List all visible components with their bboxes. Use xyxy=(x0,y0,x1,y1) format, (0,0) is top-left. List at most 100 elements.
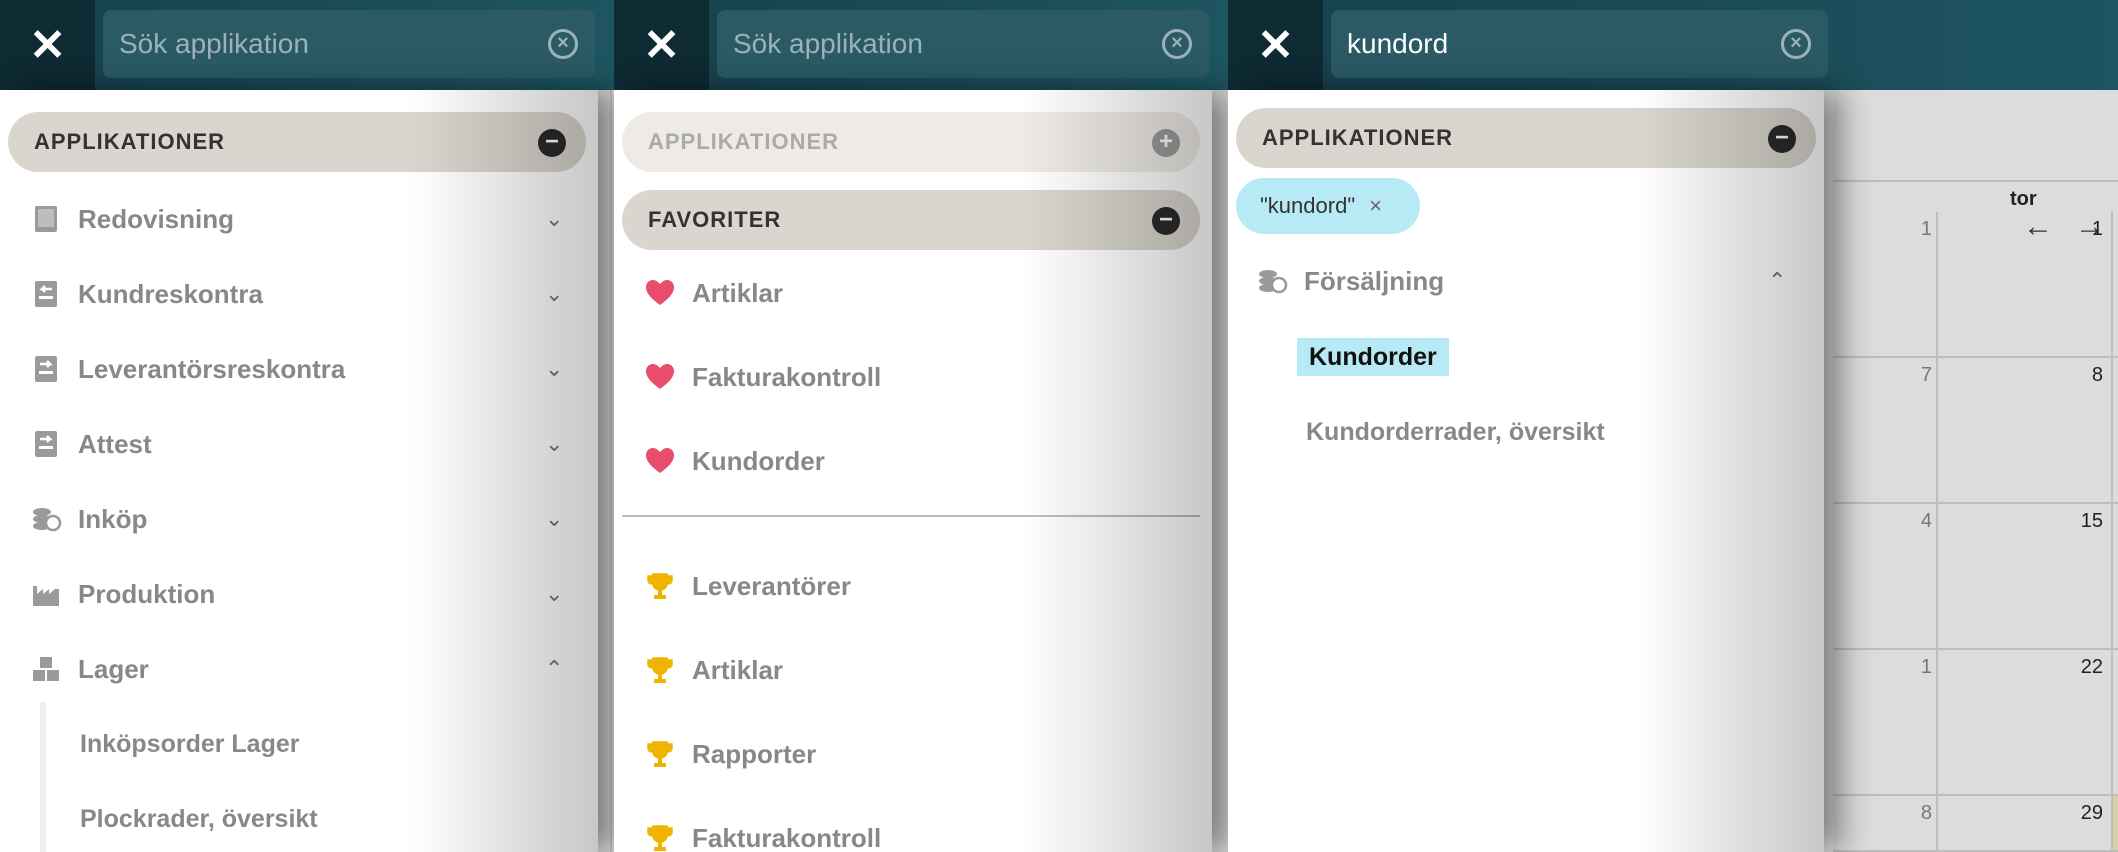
chevron-down-icon[interactable]: ⌄ xyxy=(545,206,563,232)
calendar-header-line xyxy=(1833,180,2118,182)
menu-item-label: Inköp xyxy=(78,503,148,534)
section-applications[interactable]: APPLIKATIONER − xyxy=(1236,108,1816,168)
ledger-in-icon xyxy=(30,278,62,310)
group-label: Försäljning xyxy=(1304,265,1445,296)
calendar-cell[interactable]: 29 xyxy=(1938,796,2113,852)
section-title: APPLIKATIONER xyxy=(648,129,840,154)
section-title: APPLIKATIONER xyxy=(1262,125,1454,150)
search-box: × xyxy=(103,10,595,78)
trophy-icon xyxy=(644,654,676,686)
top-label: Fakturakontroll xyxy=(692,822,882,852)
chevron-up-icon[interactable]: ⌃ xyxy=(545,656,563,682)
chevron-down-icon[interactable]: ⌄ xyxy=(545,356,563,382)
menu-item-inkop[interactable]: Inköp ⌄ xyxy=(0,489,598,549)
top-label: Leverantörer xyxy=(692,570,851,601)
day-header-tor: tor xyxy=(2010,188,2037,210)
clear-search-button[interactable]: × xyxy=(548,29,578,59)
menu-item-lager[interactable]: Lager ⌃ xyxy=(0,639,598,699)
calendar-cell[interactable]: 1 xyxy=(1833,650,1938,796)
top-item[interactable]: Leverantörer xyxy=(614,556,1212,616)
search-input[interactable] xyxy=(119,10,519,78)
section-favorites[interactable]: FAVORITER − xyxy=(622,190,1200,250)
favorite-label: Kundorder xyxy=(692,445,825,476)
favorite-item[interactable]: Kundorder xyxy=(614,431,1212,491)
panel-1: ✕ × APPLIKATIONER − Redovisning ⌄ Kundre… xyxy=(0,0,614,852)
menu-item-label: Redovisning xyxy=(78,203,235,234)
top-item[interactable]: Rapporter xyxy=(614,724,1212,784)
top-bar: ✕ × xyxy=(614,0,1228,90)
calendar-cell[interactable]: 4 xyxy=(1833,504,1938,650)
section-applications[interactable]: APPLIKATIONER − xyxy=(8,112,586,172)
coins-icon xyxy=(30,503,62,535)
section-applications[interactable]: APPLIKATIONER + xyxy=(622,112,1200,172)
chevron-up-icon[interactable]: ⌃ xyxy=(1768,268,1786,294)
close-button[interactable]: ✕ xyxy=(0,0,95,90)
date-number: 7 xyxy=(1920,364,1932,386)
favorite-label: Fakturakontroll xyxy=(692,361,882,392)
chevron-down-icon[interactable]: ⌄ xyxy=(545,506,563,532)
chevron-down-icon[interactable]: ⌄ xyxy=(545,431,563,457)
search-chip[interactable]: "kundord" × xyxy=(1236,178,1420,234)
top-label: Rapporter xyxy=(692,738,817,769)
top-item[interactable]: Fakturakontroll xyxy=(614,808,1212,852)
favorite-item[interactable]: Artiklar xyxy=(614,263,1212,323)
favorite-item[interactable]: Fakturakontroll xyxy=(614,347,1212,407)
result-kundorderrader[interactable]: Kundorderrader, översikt xyxy=(1306,418,1605,447)
close-button[interactable]: ✕ xyxy=(1228,0,1323,90)
calendar-view: ← → tor fre 1 1 7 8 4 15 1 22 8 29 xyxy=(1833,90,2118,852)
app-drawer: APPLIKATIONER + FAVORITER − Artiklar Fak… xyxy=(614,90,1212,852)
calendar-cell[interactable]: 22 xyxy=(1938,650,2113,796)
calendar-cell[interactable] xyxy=(2113,504,2118,650)
menu-item-redovisning[interactable]: Redovisning ⌄ xyxy=(0,189,598,249)
calendar-cell[interactable] xyxy=(2113,212,2118,358)
trophy-icon xyxy=(644,738,676,770)
expand-icon[interactable]: + xyxy=(1152,129,1180,157)
section-title: FAVORITER xyxy=(648,207,782,232)
clear-search-button[interactable]: × xyxy=(1781,29,1811,59)
collapse-icon[interactable]: − xyxy=(1768,125,1796,153)
calendar-cell[interactable]: 15 xyxy=(1938,504,2113,650)
submenu-item-plockrader[interactable]: Plockrader, översikt xyxy=(80,805,318,834)
menu-item-label: Kundreskontra xyxy=(78,278,263,309)
clear-search-button[interactable]: × xyxy=(1162,29,1192,59)
collapse-icon[interactable]: − xyxy=(1152,207,1180,235)
attest-icon xyxy=(30,428,62,460)
chevron-down-icon[interactable]: ⌄ xyxy=(545,281,563,307)
result-label: Kundorder xyxy=(1309,342,1437,371)
search-input[interactable] xyxy=(1347,10,1747,78)
chevron-down-icon[interactable]: ⌄ xyxy=(545,581,563,607)
menu-item-label: Lager xyxy=(78,653,149,684)
trophy-icon xyxy=(644,570,676,602)
menu-item-produktion[interactable]: Produktion ⌄ xyxy=(0,564,598,624)
calendar-cell[interactable] xyxy=(2113,650,2118,796)
menu-item-kundreskontra[interactable]: Kundreskontra ⌄ xyxy=(0,264,598,324)
calendar-cell[interactable]: 1 xyxy=(1833,212,1938,358)
top-item[interactable]: Artiklar xyxy=(614,640,1212,700)
menu-item-leverantorsreskontra[interactable]: Leverantörsreskontra ⌄ xyxy=(0,339,598,399)
heart-icon xyxy=(644,361,676,393)
calendar-cell[interactable]: 7 xyxy=(1833,358,1938,504)
close-button[interactable]: ✕ xyxy=(614,0,709,90)
collapse-icon[interactable]: − xyxy=(538,129,566,157)
result-kundorder[interactable]: Kundorder xyxy=(1297,338,1449,376)
panel-2: ✕ × APPLIKATIONER + FAVORITER − Artiklar… xyxy=(614,0,1228,852)
search-box: × xyxy=(1331,10,1828,78)
heart-icon xyxy=(644,445,676,477)
close-icon: ✕ xyxy=(643,20,680,70)
submenu-item-inkopsorder-lager[interactable]: Inköpsorder Lager xyxy=(80,730,300,759)
menu-item-attest[interactable]: Attest ⌄ xyxy=(0,414,598,474)
calendar-cell[interactable] xyxy=(2113,358,2118,504)
ledger-out-icon xyxy=(30,353,62,385)
calendar-cell[interactable]: 8 xyxy=(1938,358,2113,504)
search-input[interactable] xyxy=(733,10,1133,78)
calendar-cell-highlighted[interactable] xyxy=(2113,796,2118,852)
calendar-cell[interactable]: 8 xyxy=(1833,796,1938,852)
book-icon xyxy=(30,203,62,235)
search-box: × xyxy=(717,10,1209,78)
remove-chip-icon[interactable]: × xyxy=(1369,193,1382,219)
group-forsaljning[interactable]: Försäljning ⌃ xyxy=(1228,251,1826,311)
date-number: 8 xyxy=(2091,364,2103,386)
date-number: 1 xyxy=(1920,656,1932,678)
calendar-cell[interactable]: 1 xyxy=(1938,212,2113,358)
date-number: 22 xyxy=(2080,656,2103,678)
